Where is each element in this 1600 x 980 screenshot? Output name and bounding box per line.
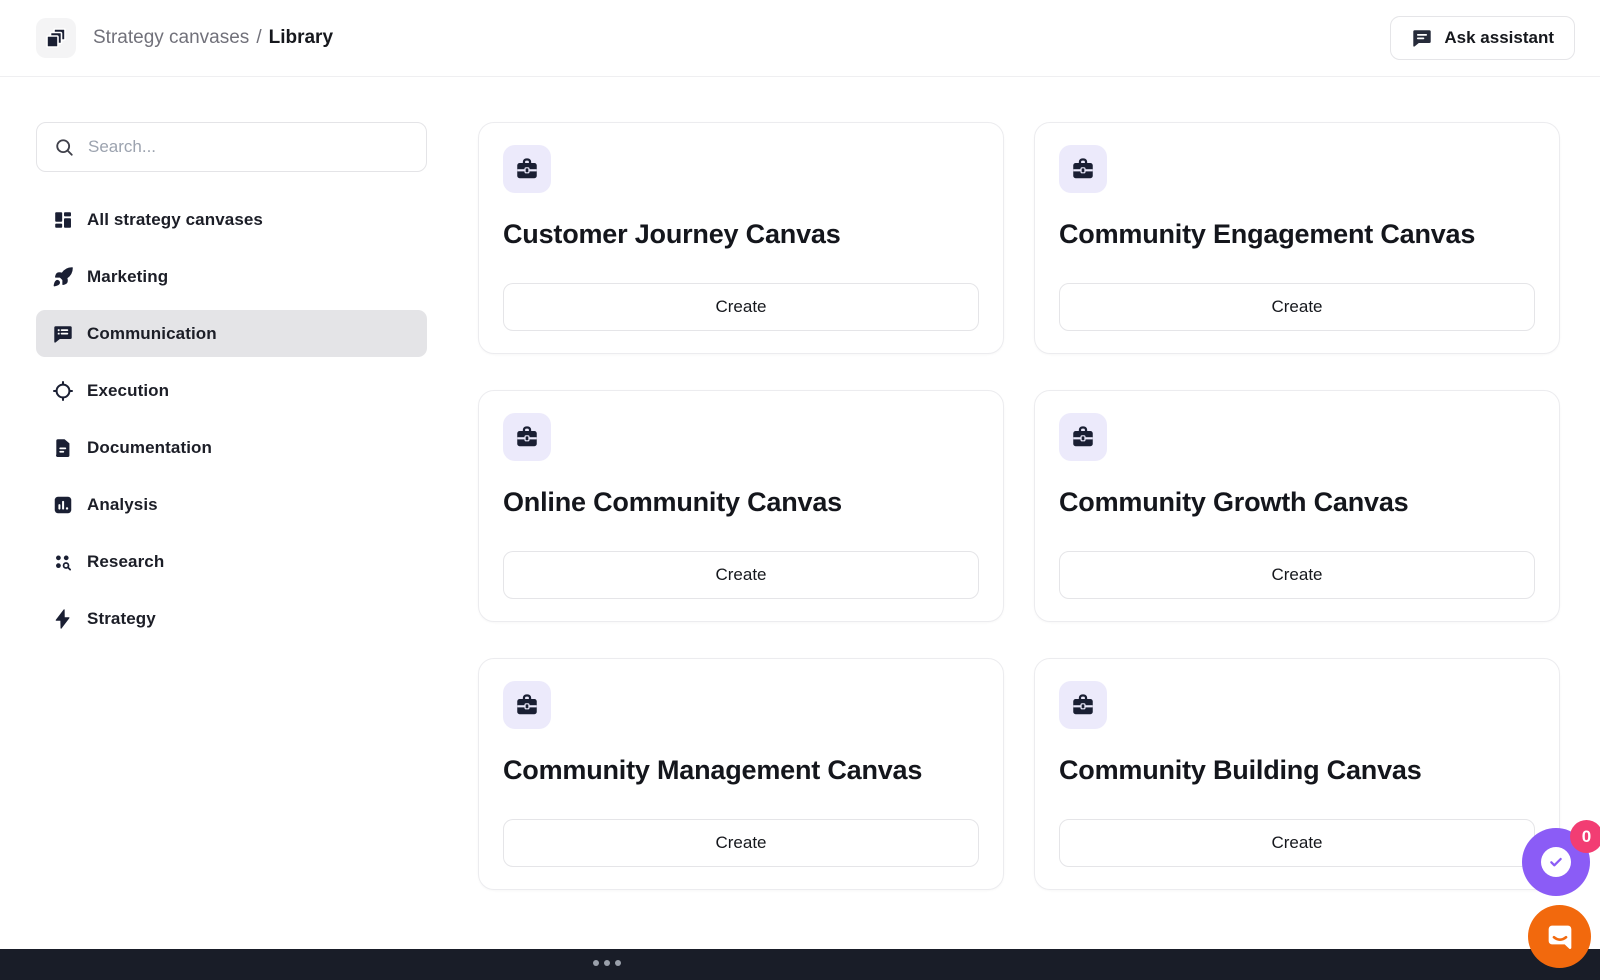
- crosshair-icon: [52, 380, 74, 402]
- sidebar-item-all-strategy-canvases[interactable]: All strategy canvases: [36, 196, 427, 243]
- card-title: Customer Journey Canvas: [503, 219, 979, 250]
- rocket-icon: [52, 266, 74, 288]
- create-button[interactable]: Create: [1059, 283, 1535, 331]
- card-title: Community Management Canvas: [503, 755, 979, 786]
- sidebar-item-label: Research: [87, 552, 164, 572]
- intercom-chat-icon: [1544, 921, 1576, 953]
- sidebar-item-strategy[interactable]: Strategy: [36, 595, 427, 642]
- app-header: Strategy canvases / Library Ask assistan…: [0, 0, 1600, 77]
- stacked-canvases-icon: [44, 26, 68, 50]
- canvas-card-online-community: Online Community Canvas Create: [478, 390, 1004, 622]
- chat-list-icon: [52, 323, 74, 345]
- card-title: Community Growth Canvas: [1059, 487, 1535, 518]
- briefcase-icon: [503, 681, 551, 729]
- briefcase-icon: [503, 413, 551, 461]
- sidebar-item-research[interactable]: Research: [36, 538, 427, 585]
- canvas-card-community-management: Community Management Canvas Create: [478, 658, 1004, 890]
- canvas-card-community-building: Community Building Canvas Create: [1034, 658, 1560, 890]
- sidebar-item-communication[interactable]: Communication: [36, 310, 427, 357]
- lightning-icon: [52, 608, 74, 630]
- sidebar-item-marketing[interactable]: Marketing: [36, 253, 427, 300]
- briefcase-icon: [1059, 145, 1107, 193]
- briefcase-icon: [1059, 413, 1107, 461]
- chat-widget-button[interactable]: [1528, 905, 1591, 968]
- search-box[interactable]: [36, 122, 427, 172]
- check-circle-icon: [1541, 847, 1571, 877]
- canvas-card-customer-journey: Customer Journey Canvas Create: [478, 122, 1004, 354]
- search-icon: [54, 137, 75, 158]
- canvas-card-community-engagement: Community Engagement Canvas Create: [1034, 122, 1560, 354]
- grid-layout-icon: [52, 209, 74, 231]
- canvas-card-community-growth: Community Growth Canvas Create: [1034, 390, 1560, 622]
- sidebar-item-analysis[interactable]: Analysis: [36, 481, 427, 528]
- sidebar-item-documentation[interactable]: Documentation: [36, 424, 427, 471]
- sidebar-item-label: Documentation: [87, 438, 212, 458]
- main-area: All strategy canvases Marketing: [0, 77, 1600, 890]
- briefcase-icon: [1059, 681, 1107, 729]
- notification-badge: 0: [1570, 820, 1600, 853]
- sidebar-item-label: Marketing: [87, 267, 168, 287]
- category-nav: All strategy canvases Marketing: [36, 196, 427, 642]
- bar-chart-icon: [52, 494, 74, 516]
- sidebar-item-label: Communication: [87, 324, 217, 344]
- breadcrumb-section[interactable]: Strategy canvases: [93, 27, 249, 49]
- search-input[interactable]: [88, 137, 409, 157]
- bottom-toolbar: [0, 949, 1600, 980]
- sidebar-item-label: Analysis: [87, 495, 158, 515]
- chat-bubble-icon: [1411, 27, 1433, 49]
- canvas-library-grid: Customer Journey Canvas Create Community…: [478, 122, 1560, 890]
- research-icon: [52, 551, 74, 573]
- create-button[interactable]: Create: [1059, 819, 1535, 867]
- breadcrumb-current: Library: [269, 27, 333, 49]
- sidebar-item-execution[interactable]: Execution: [36, 367, 427, 414]
- sidebar-item-label: All strategy canvases: [87, 210, 263, 230]
- card-title: Online Community Canvas: [503, 487, 979, 518]
- sidebar-item-label: Strategy: [87, 609, 156, 629]
- create-button[interactable]: Create: [1059, 551, 1535, 599]
- ellipsis-icon[interactable]: [593, 960, 621, 966]
- category-sidebar: All strategy canvases Marketing: [36, 122, 427, 642]
- card-title: Community Building Canvas: [1059, 755, 1535, 786]
- ask-assistant-label: Ask assistant: [1444, 28, 1554, 48]
- create-button[interactable]: Create: [503, 819, 979, 867]
- create-button[interactable]: Create: [503, 283, 979, 331]
- breadcrumb-separator: /: [256, 27, 261, 49]
- card-title: Community Engagement Canvas: [1059, 219, 1535, 250]
- briefcase-icon: [503, 145, 551, 193]
- document-icon: [52, 437, 74, 459]
- create-button[interactable]: Create: [503, 551, 979, 599]
- breadcrumb: Strategy canvases / Library: [93, 27, 333, 49]
- sidebar-item-label: Execution: [87, 381, 169, 401]
- app-logo[interactable]: [36, 18, 76, 58]
- ask-assistant-button[interactable]: Ask assistant: [1390, 16, 1575, 60]
